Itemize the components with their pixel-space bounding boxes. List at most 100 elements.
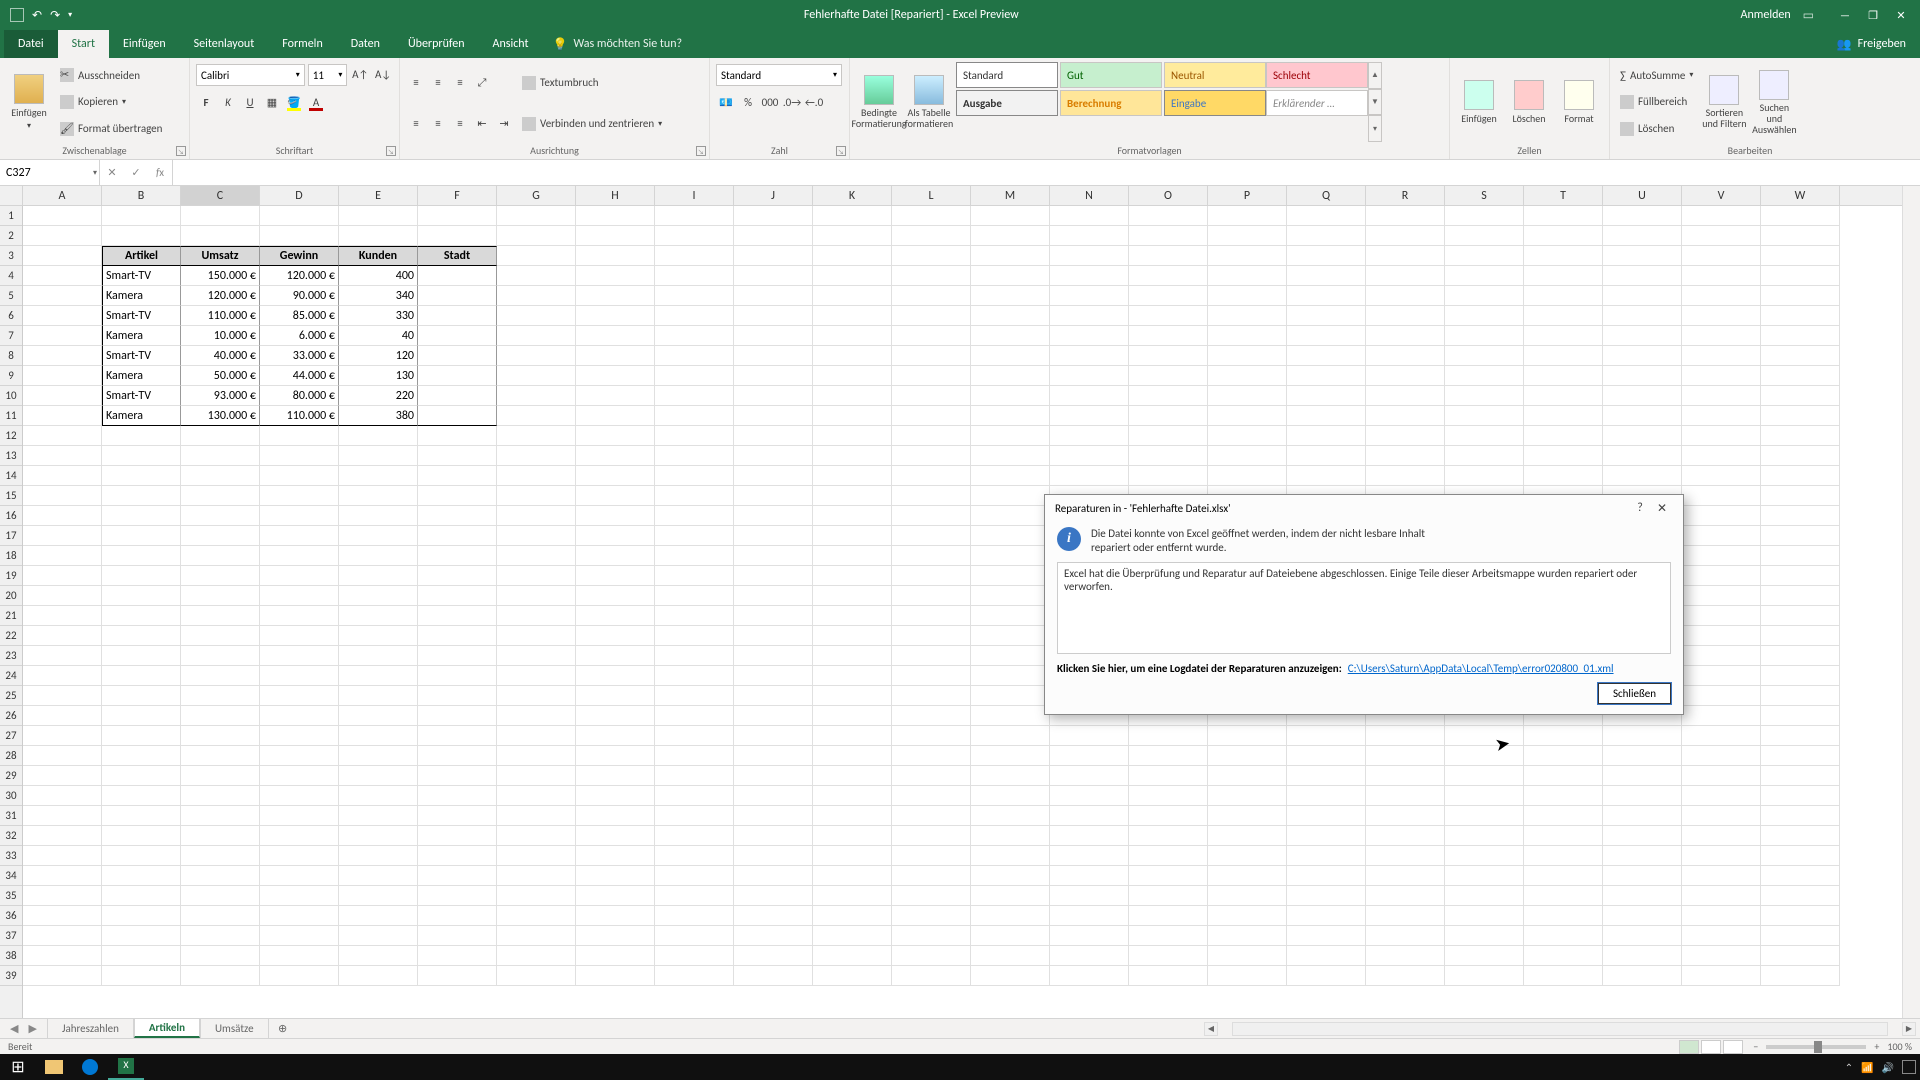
cell[interactable] [497,946,576,966]
cell[interactable] [1761,346,1840,366]
cell[interactable] [1682,866,1761,886]
cell[interactable] [1603,926,1682,946]
cell[interactable] [1524,306,1603,326]
name-box[interactable]: C327▾ [0,160,100,185]
cell[interactable] [1524,786,1603,806]
style-eingabe[interactable]: Eingabe [1164,90,1266,116]
cell[interactable] [1287,386,1366,406]
row-header-14[interactable]: 14 [0,466,22,486]
cell[interactable] [813,946,892,966]
cell[interactable] [418,786,497,806]
cell[interactable] [1050,866,1129,886]
cell[interactable]: Artikel [102,246,181,266]
row-header-2[interactable]: 2 [0,226,22,246]
cell[interactable] [655,366,734,386]
clipboard-launcher[interactable]: ↘ [176,146,186,156]
cell[interactable] [23,686,102,706]
align-top-button[interactable]: ≡ [406,73,426,93]
cell[interactable] [181,766,260,786]
cell[interactable] [23,486,102,506]
cell[interactable] [1445,926,1524,946]
cell[interactable] [1445,306,1524,326]
cell[interactable] [1682,506,1761,526]
cell[interactable] [1287,306,1366,326]
cell[interactable] [102,446,181,466]
cell[interactable] [1524,726,1603,746]
row-header-1[interactable]: 1 [0,206,22,226]
cell[interactable] [813,446,892,466]
cell[interactable] [1682,586,1761,606]
cell[interactable]: 80.000 € [260,386,339,406]
cell[interactable] [734,226,813,246]
cell[interactable] [813,866,892,886]
cell[interactable] [1761,746,1840,766]
cell[interactable] [892,826,971,846]
cell[interactable] [1366,886,1445,906]
row-header-9[interactable]: 9 [0,366,22,386]
cell[interactable] [1682,646,1761,666]
cell[interactable] [655,286,734,306]
cell[interactable]: 90.000 € [260,286,339,306]
cell[interactable] [339,846,418,866]
cell[interactable] [1761,946,1840,966]
select-all-cell[interactable] [0,186,23,206]
cell[interactable] [339,926,418,946]
cell[interactable] [1761,306,1840,326]
cell[interactable] [1682,306,1761,326]
cell[interactable] [576,966,655,986]
cell[interactable] [576,446,655,466]
cell[interactable] [339,606,418,626]
cell[interactable] [181,226,260,246]
cell[interactable] [971,306,1050,326]
cell[interactable] [734,746,813,766]
style-standard[interactable]: Standard [956,62,1058,88]
cell[interactable] [1050,786,1129,806]
cell[interactable] [1287,466,1366,486]
cell[interactable] [260,946,339,966]
cell[interactable] [102,786,181,806]
cell[interactable] [1761,266,1840,286]
cell[interactable] [813,426,892,446]
cell[interactable] [418,426,497,446]
cell[interactable] [23,786,102,806]
cell[interactable] [339,206,418,226]
cell[interactable] [1129,926,1208,946]
cell[interactable]: 40.000 € [181,346,260,366]
cell[interactable] [1761,286,1840,306]
cell[interactable] [1682,786,1761,806]
cell[interactable] [1603,866,1682,886]
cell[interactable] [1761,466,1840,486]
align-left-button[interactable]: ≡ [406,114,426,134]
cell[interactable] [1208,406,1287,426]
cell[interactable] [1761,886,1840,906]
cell[interactable] [1524,266,1603,286]
cell[interactable] [1603,406,1682,426]
cell[interactable] [260,826,339,846]
cell[interactable] [971,826,1050,846]
cell[interactable] [892,686,971,706]
cell[interactable] [1287,266,1366,286]
cell[interactable] [181,606,260,626]
cell[interactable] [655,666,734,686]
cell[interactable] [1761,726,1840,746]
cell[interactable] [1287,446,1366,466]
cell[interactable] [1050,946,1129,966]
cell[interactable] [497,866,576,886]
cell[interactable] [23,766,102,786]
cell[interactable] [576,886,655,906]
cell[interactable] [497,486,576,506]
col-header-F[interactable]: F [418,186,497,205]
cell[interactable]: 150.000 € [181,266,260,286]
cell[interactable] [971,906,1050,926]
cell[interactable] [1208,286,1287,306]
cell[interactable] [1682,926,1761,946]
cell[interactable] [497,386,576,406]
cell[interactable] [734,526,813,546]
alignment-launcher[interactable]: ↘ [696,146,706,156]
cell[interactable] [23,306,102,326]
cell[interactable] [734,826,813,846]
cell[interactable] [1603,746,1682,766]
cell[interactable] [892,546,971,566]
cell[interactable] [813,366,892,386]
cell[interactable] [1524,406,1603,426]
